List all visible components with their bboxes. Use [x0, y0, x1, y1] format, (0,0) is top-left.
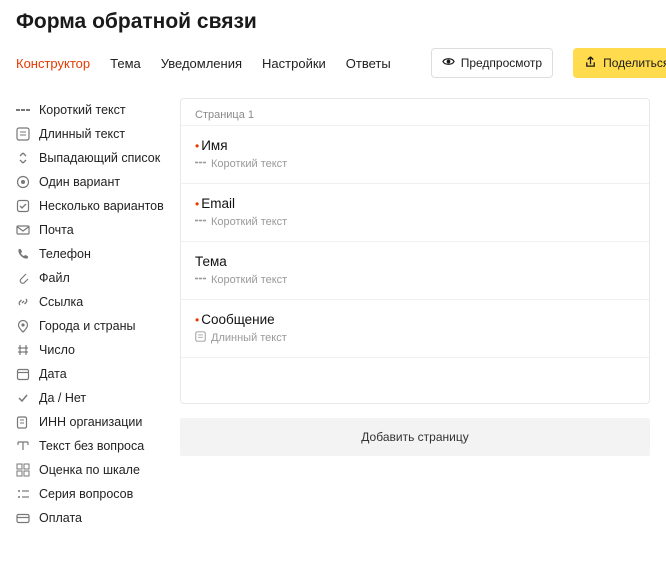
eye-icon: [442, 55, 455, 71]
preview-button[interactable]: Предпросмотр: [431, 48, 553, 78]
sidebar-item-mail[interactable]: Почта: [16, 218, 168, 242]
sidebar-item-plaintext[interactable]: Текст без вопроса: [16, 434, 168, 458]
sidebar-item-file[interactable]: Файл: [16, 266, 168, 290]
field-title: Email: [201, 196, 235, 211]
share-label: Поделиться: [603, 56, 666, 70]
sidebar-item-label: Да / Нет: [39, 391, 86, 405]
page-card: Страница 1 •Имя Короткий текст •Email Ко…: [180, 98, 650, 404]
sidebar: Короткий текст Длинный текст Выпадающий …: [16, 98, 168, 530]
sidebar-item-payment[interactable]: Оплата: [16, 506, 168, 530]
sidebar-item-inn[interactable]: ИНН организации: [16, 410, 168, 434]
sidebar-item-short-text[interactable]: Короткий текст: [16, 98, 168, 122]
tab-notifications[interactable]: Уведомления: [161, 56, 242, 71]
check-icon: [16, 391, 30, 405]
tab-answers[interactable]: Ответы: [346, 56, 391, 71]
sidebar-item-label: Текст без вопроса: [39, 439, 144, 453]
phone-icon: [16, 247, 30, 261]
sidebar-item-label: Города и страны: [39, 319, 135, 333]
field-type-label: Короткий текст: [211, 158, 287, 170]
mail-icon: [16, 223, 30, 237]
sidebar-item-label: Ссылка: [39, 295, 83, 309]
field-title: Тема: [195, 254, 227, 269]
sidebar-item-label: Телефон: [39, 247, 91, 261]
form-field[interactable]: •Сообщение Длинный текст: [181, 299, 649, 357]
short-text-icon: [195, 215, 206, 229]
add-page-button[interactable]: Добавить страницу: [180, 418, 650, 456]
sidebar-item-label: Несколько вариантов: [39, 199, 164, 213]
main-area: Страница 1 •Имя Короткий текст •Email Ко…: [180, 98, 650, 530]
radio-icon: [16, 175, 30, 189]
sidebar-item-scale[interactable]: Оценка по шкале: [16, 458, 168, 482]
sidebar-item-label: ИНН организации: [39, 415, 142, 429]
sidebar-item-phone[interactable]: Телефон: [16, 242, 168, 266]
attachment-icon: [16, 271, 30, 285]
required-marker: •: [195, 198, 199, 210]
long-text-icon: [16, 127, 30, 141]
hash-icon: [16, 343, 30, 357]
pin-icon: [16, 319, 30, 333]
tab-theme[interactable]: Тема: [110, 56, 141, 71]
field-type-label: Длинный текст: [211, 332, 287, 344]
sidebar-item-number[interactable]: Число: [16, 338, 168, 362]
sidebar-item-dropdown[interactable]: Выпадающий список: [16, 146, 168, 170]
page-title: Форма обратной связи: [16, 10, 650, 34]
field-type-label: Короткий текст: [211, 274, 287, 286]
form-field[interactable]: •Email Короткий текст: [181, 183, 649, 241]
short-text-icon: [195, 273, 206, 287]
card-icon: [16, 511, 30, 525]
page-number-label: Страница 1: [181, 99, 649, 125]
form-field[interactable]: •Имя Короткий текст: [181, 125, 649, 183]
sidebar-item-label: Оценка по шкале: [39, 463, 140, 477]
long-text-icon: [195, 331, 206, 345]
sidebar-item-label: Почта: [39, 223, 74, 237]
share-icon: [584, 55, 597, 71]
preview-label: Предпросмотр: [461, 56, 542, 70]
sidebar-item-radio[interactable]: Один вариант: [16, 170, 168, 194]
sidebar-item-series[interactable]: Серия вопросов: [16, 482, 168, 506]
sidebar-item-checkbox[interactable]: Несколько вариантов: [16, 194, 168, 218]
sidebar-item-label: Число: [39, 343, 75, 357]
sidebar-item-label: Оплата: [39, 511, 82, 525]
calendar-icon: [16, 367, 30, 381]
list-icon: [16, 487, 30, 501]
sidebar-item-date[interactable]: Дата: [16, 362, 168, 386]
sidebar-item-label: Длинный текст: [39, 127, 125, 141]
sidebar-item-link[interactable]: Ссылка: [16, 290, 168, 314]
checkbox-icon: [16, 199, 30, 213]
tab-constructor[interactable]: Конструктор: [16, 56, 90, 71]
sidebar-item-yesno[interactable]: Да / Нет: [16, 386, 168, 410]
link-icon: [16, 295, 30, 309]
short-text-icon: [195, 157, 206, 171]
sidebar-item-label: Короткий текст: [39, 103, 126, 117]
short-text-icon: [16, 103, 30, 117]
empty-drop-zone[interactable]: [181, 357, 649, 403]
sidebar-item-label: Один вариант: [39, 175, 120, 189]
text-icon: [16, 439, 30, 453]
field-title: Сообщение: [201, 312, 274, 327]
tabbar: Конструктор Тема Уведомления Настройки О…: [0, 48, 666, 86]
document-icon: [16, 415, 30, 429]
sidebar-item-label: Выпадающий список: [39, 151, 160, 165]
dropdown-icon: [16, 151, 30, 165]
field-title: Имя: [201, 138, 227, 153]
sidebar-item-label: Дата: [39, 367, 67, 381]
sidebar-item-label: Файл: [39, 271, 70, 285]
sidebar-item-long-text[interactable]: Длинный текст: [16, 122, 168, 146]
field-type-label: Короткий текст: [211, 216, 287, 228]
required-marker: •: [195, 140, 199, 152]
form-field[interactable]: Тема Короткий текст: [181, 241, 649, 299]
sidebar-item-label: Серия вопросов: [39, 487, 133, 501]
share-button[interactable]: Поделиться: [573, 48, 666, 78]
required-marker: •: [195, 314, 199, 326]
sidebar-item-geo[interactable]: Города и страны: [16, 314, 168, 338]
grid-icon: [16, 463, 30, 477]
tab-settings[interactable]: Настройки: [262, 56, 326, 71]
